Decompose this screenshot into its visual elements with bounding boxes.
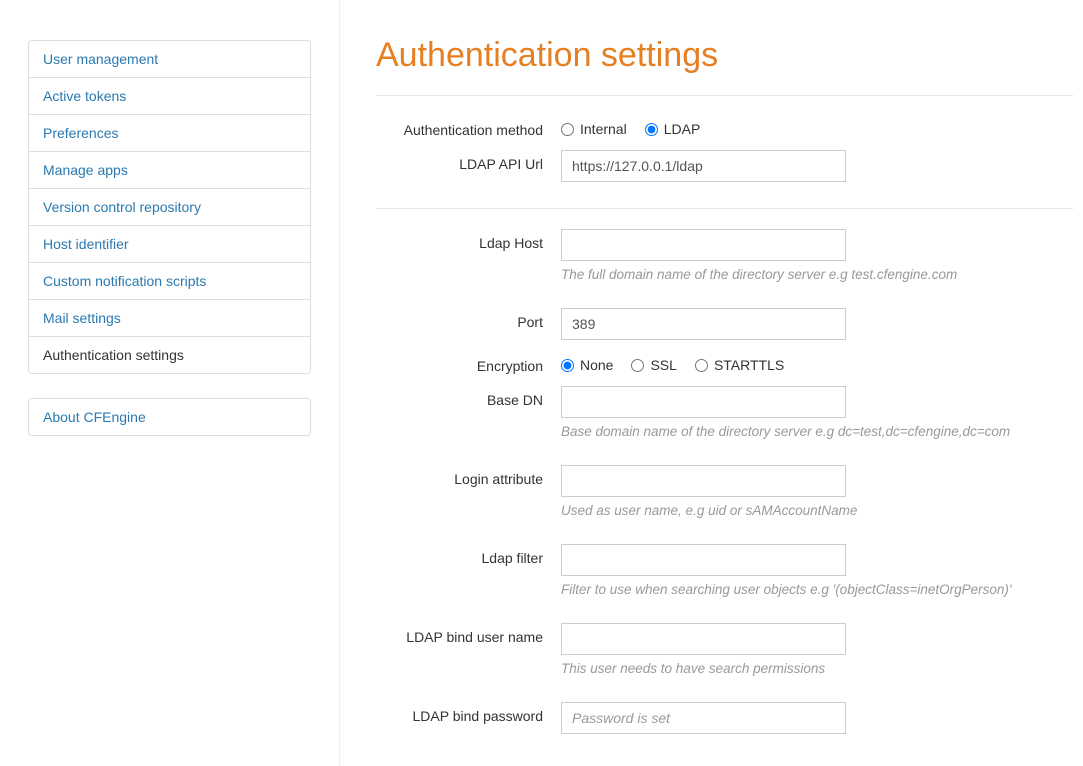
sidebar-item-active-tokens[interactable]: Active tokens xyxy=(29,78,310,115)
sidebar-nav-group-main: User management Active tokens Preference… xyxy=(28,40,311,374)
row-auth-method: Authentication method Internal LDAP xyxy=(376,116,1073,138)
input-login-attribute[interactable] xyxy=(561,465,846,497)
label-bind-password: LDAP bind password xyxy=(376,702,561,724)
label-ldap-api-url: LDAP API Url xyxy=(376,150,561,172)
input-ldap-api-url[interactable] xyxy=(561,150,846,182)
label-port: Port xyxy=(376,308,561,330)
sidebar-nav-group-about: About CFEngine xyxy=(28,398,311,436)
label-auth-method: Authentication method xyxy=(376,116,561,138)
label-base-dn: Base DN xyxy=(376,386,561,408)
radio-auth-internal[interactable]: Internal xyxy=(561,121,627,137)
radio-auth-ldap-input[interactable] xyxy=(645,123,658,136)
hint-ldap-host: The full domain name of the directory se… xyxy=(561,267,1061,282)
input-base-dn[interactable] xyxy=(561,386,846,418)
row-ldap-api-url: LDAP API Url xyxy=(376,150,1073,182)
radio-encryption-none-label: None xyxy=(580,357,613,373)
input-bind-user[interactable] xyxy=(561,623,846,655)
sidebar-item-manage-apps[interactable]: Manage apps xyxy=(29,152,310,189)
radio-encryption-none[interactable]: None xyxy=(561,357,613,373)
sidebar: User management Active tokens Preference… xyxy=(0,0,340,766)
input-port[interactable] xyxy=(561,308,846,340)
radio-encryption-starttls[interactable]: STARTTLS xyxy=(695,357,784,373)
sidebar-item-preferences[interactable]: Preferences xyxy=(29,115,310,152)
sidebar-item-host-identifier[interactable]: Host identifier xyxy=(29,226,310,263)
label-ldap-filter: Ldap filter xyxy=(376,544,561,566)
radio-auth-internal-input[interactable] xyxy=(561,123,574,136)
row-login-attribute: Login attribute Used as user name, e.g u… xyxy=(376,465,1073,518)
row-port: Port xyxy=(376,308,1073,340)
divider xyxy=(376,208,1073,209)
label-ldap-host: Ldap Host xyxy=(376,229,561,251)
input-ldap-host[interactable] xyxy=(561,229,846,261)
sidebar-item-about-cfengine[interactable]: About CFEngine xyxy=(29,399,310,435)
row-ldap-filter: Ldap filter Filter to use when searching… xyxy=(376,544,1073,597)
sidebar-item-version-control[interactable]: Version control repository xyxy=(29,189,310,226)
radio-encryption-ssl-input[interactable] xyxy=(631,359,644,372)
label-encryption: Encryption xyxy=(376,352,561,374)
radio-encryption-starttls-input[interactable] xyxy=(695,359,708,372)
input-bind-password[interactable] xyxy=(561,702,846,734)
sidebar-item-user-management[interactable]: User management xyxy=(29,41,310,78)
sidebar-item-authentication-settings[interactable]: Authentication settings xyxy=(29,337,310,373)
radio-auth-ldap[interactable]: LDAP xyxy=(645,121,701,137)
radio-encryption-starttls-label: STARTTLS xyxy=(714,357,784,373)
row-ldap-host: Ldap Host The full domain name of the di… xyxy=(376,229,1073,282)
main-content: Authentication settings Authentication m… xyxy=(340,0,1083,766)
sidebar-item-mail-settings[interactable]: Mail settings xyxy=(29,300,310,337)
radio-auth-ldap-label: LDAP xyxy=(664,121,701,137)
hint-ldap-filter: Filter to use when searching user object… xyxy=(561,582,1061,597)
radio-encryption-ssl[interactable]: SSL xyxy=(631,357,676,373)
page-title: Authentication settings xyxy=(376,36,1073,75)
input-ldap-filter[interactable] xyxy=(561,544,846,576)
radio-auth-internal-label: Internal xyxy=(580,121,627,137)
row-bind-user: LDAP bind user name This user needs to h… xyxy=(376,623,1073,676)
divider xyxy=(376,95,1073,96)
sidebar-item-custom-notifications[interactable]: Custom notification scripts xyxy=(29,263,310,300)
radio-encryption-ssl-label: SSL xyxy=(650,357,676,373)
row-bind-password: LDAP bind password xyxy=(376,702,1073,734)
label-bind-user: LDAP bind user name xyxy=(376,623,561,645)
label-login-attribute: Login attribute xyxy=(376,465,561,487)
hint-base-dn: Base domain name of the directory server… xyxy=(561,424,1061,439)
hint-login-attribute: Used as user name, e.g uid or sAMAccount… xyxy=(561,503,1061,518)
row-base-dn: Base DN Base domain name of the director… xyxy=(376,386,1073,439)
hint-bind-user: This user needs to have search permissio… xyxy=(561,661,1061,676)
radio-encryption-none-input[interactable] xyxy=(561,359,574,372)
row-encryption: Encryption None SSL STARTTLS xyxy=(376,352,1073,374)
